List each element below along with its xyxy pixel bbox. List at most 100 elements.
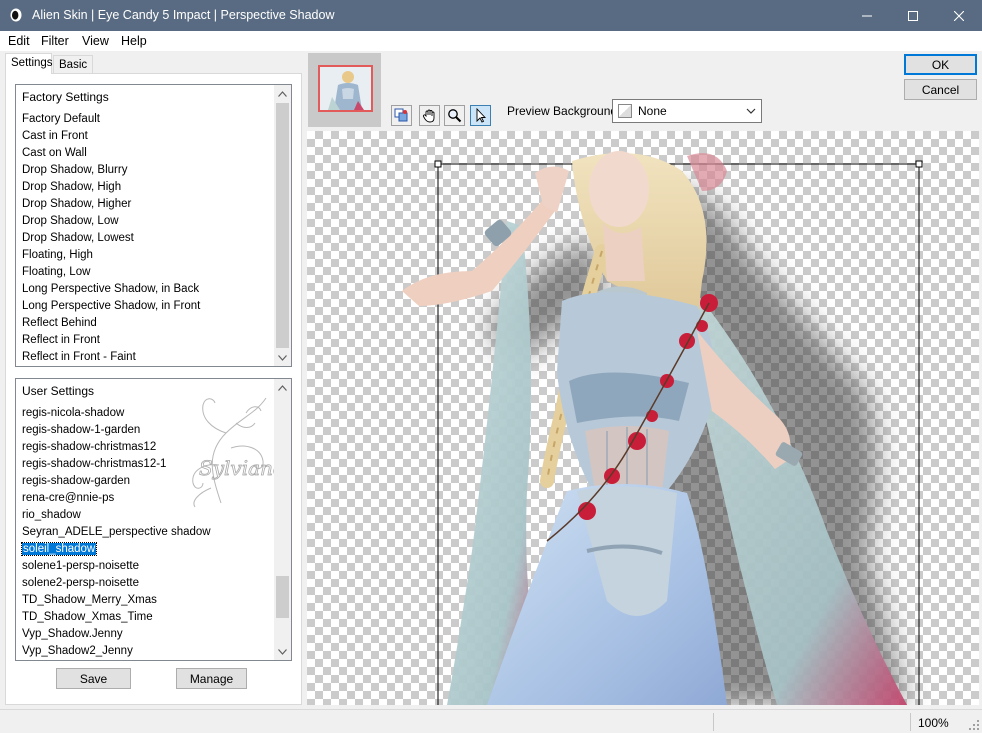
scroll-thumb[interactable] [276,103,289,348]
factory-setting-item[interactable]: Long Perspective Shadow, in Back [22,281,275,298]
status-bar: 100% [0,709,982,733]
chevron-up-icon [278,384,287,391]
manage-button[interactable]: Manage [176,668,247,689]
user-setting-item[interactable]: regis-nicola-shadow [22,405,275,422]
hand-tool-button[interactable] [419,105,440,126]
maximize-icon [908,10,918,21]
preview-canvas[interactable] [307,131,979,705]
maximize-button[interactable] [890,0,936,31]
user-setting-item[interactable]: rena-cre@nnie-ps [22,490,275,507]
user-setting-item-label: rio_shadow [22,509,81,521]
chevron-down-icon [746,108,756,114]
preview-artwork [402,151,923,705]
user-setting-item-label: Vyp_Shadow2_Jenny [22,645,133,657]
zoom-level: 100% [918,716,949,730]
zoom-icon [448,109,462,123]
factory-setting-item-label: Reflect in Front [22,334,100,346]
chevron-down-icon [278,648,287,655]
menu-bar: Edit Filter View Help [0,31,982,51]
thumbnail-image [328,71,364,110]
hand-icon [422,109,435,123]
window-title: Alien Skin | Eye Candy 5 Impact | Perspe… [32,8,335,22]
user-setting-item[interactable]: TD_Shadow_Merry_Xmas [22,592,275,609]
zoom-tool-button[interactable] [444,105,465,126]
ok-button[interactable]: OK [904,54,977,75]
factory-setting-item-label: Long Perspective Shadow, in Front [22,300,201,312]
scroll-down-button[interactable] [274,643,291,660]
cancel-button[interactable]: Cancel [904,79,977,100]
factory-setting-item[interactable]: Cast on Wall [22,145,275,162]
user-setting-item-label: regis-shadow-christmas12-1 [22,458,167,470]
user-setting-item[interactable]: regis-shadow-1-garden [22,422,275,439]
factory-setting-item[interactable]: Reflect in Front [22,332,275,349]
user-setting-item[interactable]: rio_shadow [22,507,275,524]
user-setting-item[interactable]: regis-shadow-christmas12-1 [22,456,275,473]
user-setting-item[interactable]: Vyp_Shadow.Jenny [22,626,275,643]
user-setting-item[interactable]: regis-shadow-garden [22,473,275,490]
close-icon [954,10,964,21]
menu-edit[interactable]: Edit [8,34,30,48]
factory-setting-item[interactable]: Floating, Low [22,264,275,281]
user-setting-item[interactable]: Seyran_ADELE_perspective shadow [22,524,275,541]
factory-setting-item[interactable]: Cast in Front [22,128,275,145]
factory-setting-item[interactable]: Long Perspective Shadow, in Front [22,298,275,315]
title-bar: Alien Skin | Eye Candy 5 Impact | Perspe… [0,0,982,31]
user-settings-list[interactable]: User Settings Sylviane regis-nicola-shad… [15,378,292,661]
user-setting-item-label: TD_Shadow_Xmas_Time [22,611,153,623]
factory-setting-item-label: Drop Shadow, Lowest [22,232,134,244]
factory-setting-item[interactable]: Drop Shadow, High [22,179,275,196]
menu-filter[interactable]: Filter [41,34,69,48]
scroll-thumb[interactable] [276,576,289,618]
tab-basic[interactable]: Basic [53,55,93,75]
menu-view[interactable]: View [82,34,109,48]
factory-setting-item-label: Long Perspective Shadow, in Back [22,283,200,295]
resize-grip-icon[interactable] [968,719,980,731]
factory-setting-item[interactable]: Drop Shadow, Lowest [22,230,275,247]
user-setting-item-selected[interactable]: soleil_shadow [20,541,275,558]
factory-settings-items: Factory Default Cast in Front Cast on Wall… [22,111,275,366]
user-setting-item[interactable]: Vyp_Shadow2_Jenny [22,643,275,660]
user-setting-item[interactable]: solene1-persp-noisette [22,558,275,575]
tab-settings[interactable]: Settings [5,53,53,74]
user-setting-item[interactable]: regis-shadow-christmas12 [22,439,275,456]
navigator-viewport[interactable] [318,65,373,112]
user-setting-item-label: Vyp_Shadow.Jenny [22,628,123,640]
status-separator [910,713,911,731]
chevron-down-icon [278,354,287,361]
factory-setting-item-label: Drop Shadow, Low [22,215,119,227]
factory-setting-item-label: Drop Shadow, Blurry [22,164,128,176]
factory-setting-item-label: Factory Default [22,113,100,125]
factory-setting-item-label: Floating, High [22,249,93,261]
navigator-thumbnail[interactable] [308,53,381,127]
user-setting-item-label: solene1-persp-noisette [22,560,139,572]
user-setting-item-label: regis-shadow-garden [22,475,131,487]
user-list-scrollbar[interactable] [274,379,291,660]
minimize-button[interactable] [844,0,890,31]
user-setting-item-label: soleil_shadow [20,542,98,556]
close-button[interactable] [936,0,982,31]
factory-setting-item[interactable]: Reflect Behind [22,315,275,332]
scroll-up-button[interactable] [274,85,291,102]
factory-setting-item[interactable]: Drop Shadow, Higher [22,196,275,213]
scroll-up-button[interactable] [274,379,291,396]
factory-list-scrollbar[interactable] [274,85,291,366]
arrow-tool-button[interactable] [470,105,491,126]
toggle-preview-icon [394,108,408,122]
user-setting-item[interactable]: solene2-persp-noisette [22,575,275,592]
factory-setting-item[interactable]: Factory Default [22,111,275,128]
factory-setting-item[interactable]: Drop Shadow, Blurry [22,162,275,179]
user-setting-item[interactable]: TD_Shadow_Xmas_Time [22,609,275,626]
preview-background-select[interactable]: None [612,99,762,123]
factory-setting-item[interactable]: Reflect in Front - Faint [22,349,275,366]
factory-settings-list[interactable]: Factory Settings Factory Default Cast in … [15,84,292,367]
preview-background-value: None [638,104,667,118]
toggle-preview-button[interactable] [391,105,412,126]
factory-setting-item[interactable]: Floating, High [22,247,275,264]
factory-setting-item[interactable]: Drop Shadow, Low [22,213,275,230]
user-setting-item-label: regis-shadow-christmas12 [22,441,157,453]
factory-setting-item-label: Drop Shadow, High [22,181,122,193]
scroll-down-button[interactable] [274,349,291,366]
menu-help[interactable]: Help [121,34,147,48]
save-button[interactable]: Save [56,668,131,689]
arrow-pointer-icon [476,108,487,123]
